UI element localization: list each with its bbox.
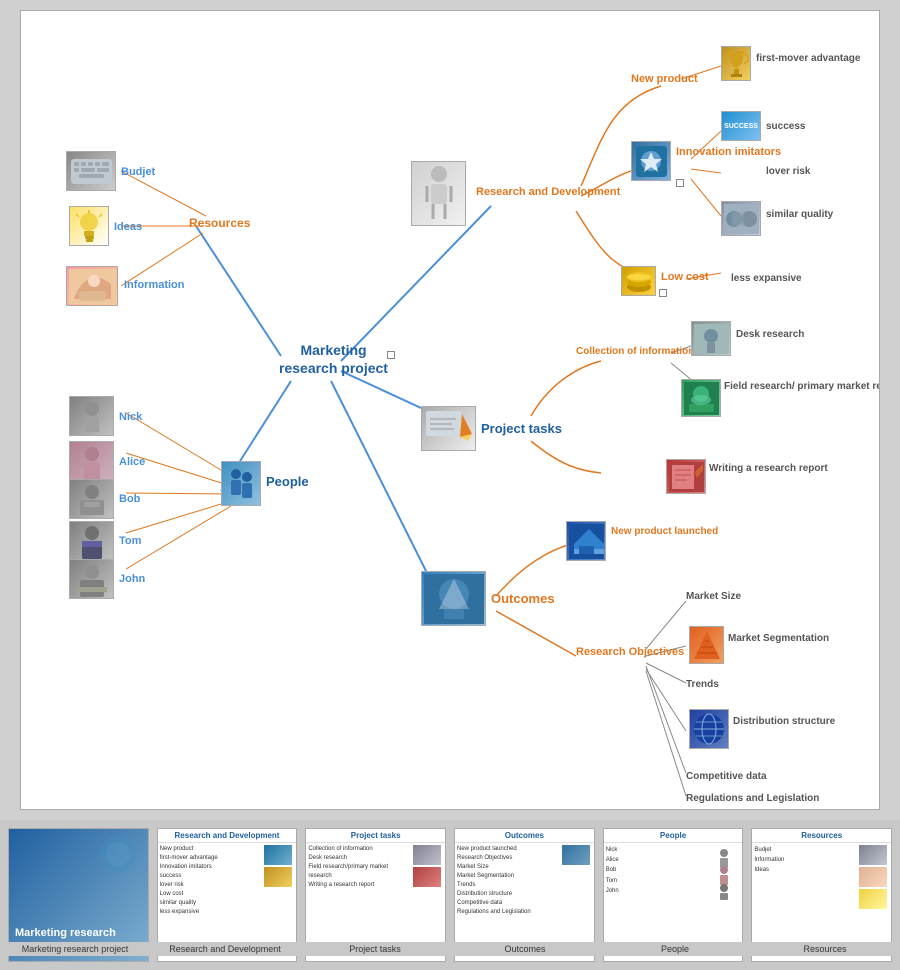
- tom-img: [69, 521, 114, 561]
- hand-img: [66, 266, 118, 306]
- center-node: Marketing research project: [276, 341, 391, 377]
- outcomes-img: [421, 571, 486, 626]
- similar-quality-label: similar quality: [766, 209, 833, 220]
- low-cost-checkbox[interactable]: [659, 289, 667, 297]
- nick-img: [69, 396, 114, 436]
- thumb-label-main: Marketing research project: [0, 942, 150, 956]
- field-research-label: Field research/ primary market research: [724, 381, 879, 392]
- low-cost-label: Low cost: [661, 271, 709, 283]
- coins-img: [621, 266, 656, 296]
- lover-risk-label: lover risk: [766, 166, 810, 177]
- ideas-label: Ideas: [114, 221, 142, 233]
- thumb-label-pt: Project tasks: [300, 942, 450, 956]
- thumb-label-rd: Research and Development: [150, 942, 300, 956]
- thumb-label-ppl: People: [600, 942, 750, 956]
- nick-label: Nick: [119, 411, 142, 423]
- thumb-people-header: People: [604, 829, 743, 843]
- thumb-research-dev-header: Research and Development: [158, 829, 297, 843]
- writing-img: [666, 459, 706, 494]
- lightbulb-img: [69, 206, 109, 246]
- market-segmentation-label: Market Segmentation: [728, 633, 829, 644]
- resources-label: Resources: [189, 216, 250, 230]
- trophy-icon: [721, 46, 751, 81]
- main-canvas: Marketing research project Research and …: [20, 10, 880, 810]
- alice-img: [69, 441, 114, 481]
- distribution-label: Distribution structure: [733, 716, 835, 727]
- similar-quality-img: [721, 201, 761, 236]
- research-dev-label: Research and Development: [476, 186, 620, 198]
- keyboard-img: [66, 151, 116, 191]
- research-objectives-label: Research Objectives: [576, 646, 684, 658]
- bob-img: [69, 479, 114, 519]
- new-product-label: New product: [631, 73, 698, 85]
- innovation-checkbox[interactable]: [676, 179, 684, 187]
- tom-label: Tom: [119, 535, 141, 547]
- success-img: SUCCESS: [721, 111, 761, 141]
- bob-label: Bob: [119, 493, 140, 505]
- market-size-label: Market Size: [686, 591, 741, 602]
- less-expansive-label: less expansive: [731, 273, 802, 284]
- globe-img: [689, 709, 729, 749]
- project-tasks-label: Project tasks: [481, 421, 562, 436]
- writing-report-label: Writing a research report: [709, 463, 828, 474]
- thumb-labels-row: Marketing research project Research and …: [0, 942, 900, 956]
- launch-img: [566, 521, 606, 561]
- desk-research-label: Desk research: [736, 329, 804, 340]
- pencil-img: [421, 406, 476, 451]
- new-product-launched-label: New product launched: [611, 526, 718, 537]
- outcomes-label: Outcomes: [491, 591, 555, 606]
- thumb-resources-header: Resources: [752, 829, 891, 843]
- thumb-outcomes-header: Outcomes: [455, 829, 594, 843]
- img-robot: [411, 161, 466, 226]
- innovation-label: Innovation imitators: [676, 146, 781, 158]
- people-label: People: [266, 474, 309, 489]
- information-label: Information: [124, 279, 185, 291]
- innovation-img: [631, 141, 671, 181]
- budjet-label: Budjet: [121, 166, 155, 178]
- people-img: [221, 461, 261, 506]
- first-mover-label: first-mover advantage: [756, 53, 860, 64]
- success-label: success: [766, 121, 805, 132]
- field-img: [681, 379, 721, 417]
- desk-img: [691, 321, 731, 356]
- john-label: John: [119, 573, 145, 585]
- thumb-label-out: Outcomes: [450, 942, 600, 956]
- thumb-label-res: Resources: [750, 942, 900, 956]
- competitive-label: Competitive data: [686, 771, 767, 782]
- collection-label: Collection of information: [576, 346, 694, 357]
- john-img: [69, 559, 114, 599]
- pyramid-img: [689, 626, 724, 664]
- mind-map: Marketing research project Research and …: [21, 11, 879, 809]
- thumb-project-tasks-header: Project tasks: [306, 829, 445, 843]
- regulations-label: Regulations and Legislation: [686, 793, 819, 804]
- alice-label: Alice: [119, 456, 145, 468]
- trends-label: Trends: [686, 679, 719, 690]
